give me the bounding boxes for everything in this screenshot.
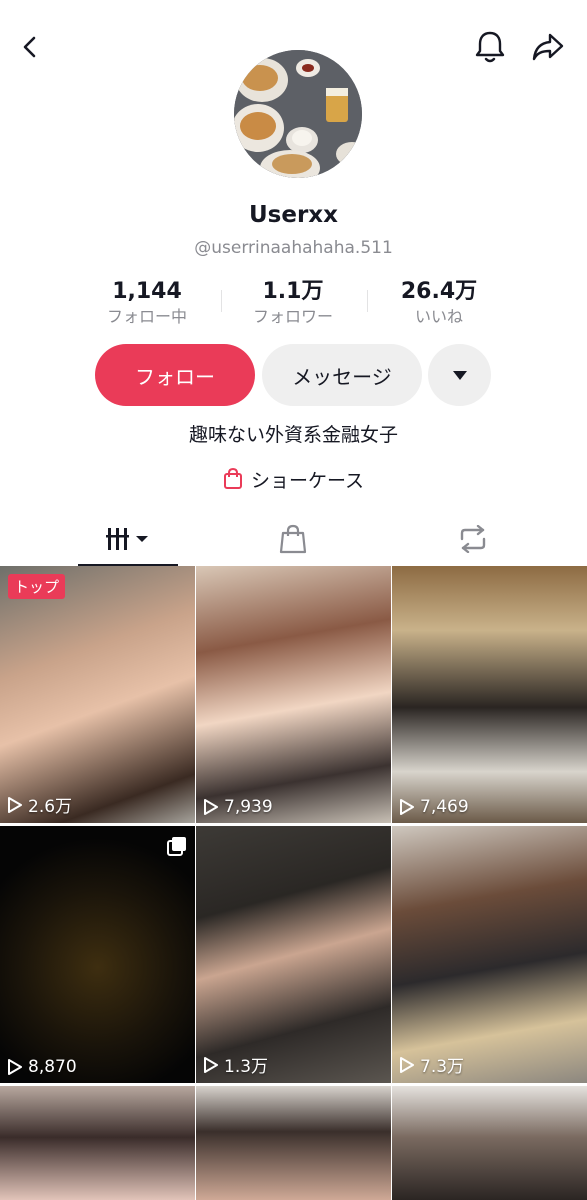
- triangle-down-icon: [452, 370, 467, 380]
- stat-followers-label: フォロワー: [252, 307, 333, 326]
- notifications-button[interactable]: [468, 25, 512, 69]
- tab-shop[interactable]: [243, 514, 343, 564]
- video-view-count: 7,939: [224, 797, 273, 817]
- video-view-count: 7,469: [420, 797, 469, 817]
- stat-likes-count: 26.4万: [400, 279, 478, 304]
- play-icon: [400, 1056, 414, 1073]
- video-views: 7,469: [400, 797, 469, 817]
- video-thumbnail[interactable]: 1.3万: [196, 826, 391, 1083]
- video-grid: トップ 2.6万 7,939 7,469 8,870 1.3万 7.3万: [0, 566, 587, 1200]
- back-button[interactable]: [8, 25, 52, 69]
- stat-following-label: フォロー中: [106, 307, 187, 326]
- multi-photo-icon: [167, 837, 186, 856]
- avatar[interactable]: [234, 50, 362, 178]
- play-icon: [204, 1056, 218, 1073]
- avatar-image: [234, 50, 362, 178]
- video-view-count: 2.6万: [28, 797, 73, 817]
- shopping-bag-icon: [279, 524, 307, 554]
- stat-likes-label: いいね: [414, 307, 463, 326]
- video-views: 7,939: [204, 797, 273, 817]
- video-thumbnail[interactable]: 8,870: [0, 826, 195, 1083]
- bell-icon: [475, 31, 505, 63]
- video-thumbnail[interactable]: 7,939: [196, 566, 391, 823]
- user-handle: @userrinaahahaha.511: [194, 238, 393, 258]
- video-view-count: 7.3万: [420, 1057, 465, 1077]
- tab-videos[interactable]: [78, 514, 178, 564]
- profile-stats: 1,144 フォロー中 1.1万 フォロワー 26.4万 いいね: [0, 278, 587, 330]
- video-views: 8,870: [8, 1057, 77, 1077]
- share-arrow-icon: [532, 33, 564, 61]
- content-tabs: [0, 514, 587, 566]
- repost-icon: [460, 525, 486, 553]
- stat-following-count: 1,144: [112, 279, 182, 304]
- video-thumbnail[interactable]: 7,469: [392, 566, 587, 823]
- more-options-button[interactable]: [428, 344, 491, 406]
- video-views: 2.6万: [8, 792, 72, 817]
- message-button[interactable]: メッセージ: [262, 344, 422, 406]
- profile-bio: 趣味ない外資系金融女子: [188, 424, 398, 446]
- showcase-link[interactable]: ショーケース: [0, 464, 587, 494]
- video-views: 1.3万: [204, 1052, 268, 1077]
- video-views: 7.3万: [400, 1052, 464, 1077]
- shopping-bag-icon: [223, 468, 242, 489]
- video-thumbnail[interactable]: [0, 1086, 195, 1200]
- play-icon: [8, 1059, 22, 1075]
- stat-following[interactable]: 1,144 フォロー中: [72, 278, 222, 328]
- video-view-count: 8,870: [28, 1057, 77, 1077]
- top-badge: トップ: [8, 574, 66, 599]
- play-icon: [8, 796, 22, 813]
- play-icon: [204, 799, 218, 815]
- profile-actions: フォロー メッセージ: [0, 344, 587, 406]
- video-thumbnail[interactable]: 7.3万: [392, 826, 587, 1083]
- chevron-left-icon: [23, 36, 36, 58]
- video-thumbnail[interactable]: [392, 1086, 587, 1200]
- username: Userxx: [249, 202, 338, 228]
- tab-reposts[interactable]: [423, 514, 523, 564]
- stat-followers[interactable]: 1.1万 フォロワー: [218, 278, 368, 328]
- share-button[interactable]: [526, 25, 570, 69]
- play-icon: [400, 799, 414, 815]
- stat-likes[interactable]: 26.4万 いいね: [364, 278, 514, 328]
- stat-followers-count: 1.1万: [262, 279, 324, 304]
- video-grid-icon: [106, 528, 148, 550]
- follow-button[interactable]: フォロー: [95, 344, 255, 406]
- video-thumbnail[interactable]: トップ 2.6万: [0, 566, 195, 823]
- video-thumbnail[interactable]: [196, 1086, 391, 1200]
- video-view-count: 1.3万: [224, 1057, 269, 1077]
- showcase-label: ショーケース: [250, 469, 365, 492]
